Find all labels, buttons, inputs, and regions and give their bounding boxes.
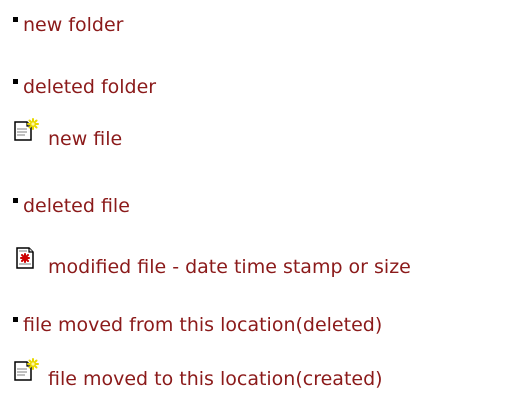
- legend-label-modified-file[interactable]: modified file - date time stamp or size: [48, 256, 411, 278]
- modified-file-icon: [13, 246, 39, 272]
- legend-item-file-moved-to: file moved to this location(created): [13, 358, 383, 390]
- legend-item-deleted-file: deleted file: [13, 195, 130, 217]
- legend-item-modified-file: modified file - date time stamp or size: [13, 247, 411, 278]
- legend-label-new-file[interactable]: new file: [48, 128, 122, 150]
- bullet-icon: [13, 79, 18, 84]
- change-legend: new folder deleted folder new file delet…: [0, 0, 514, 406]
- legend-item-new-file: new file: [13, 118, 122, 150]
- new-file-icon: [13, 118, 39, 144]
- new-file-icon: [13, 358, 39, 384]
- bullet-icon: [13, 317, 18, 322]
- bullet-icon: [13, 17, 18, 22]
- legend-label-deleted-folder[interactable]: deleted folder: [23, 76, 156, 98]
- legend-label-file-moved-to[interactable]: file moved to this location(created): [48, 368, 383, 390]
- legend-item-file-moved-from: file moved from this location(deleted): [13, 314, 382, 336]
- legend-label-file-moved-from[interactable]: file moved from this location(deleted): [23, 314, 382, 336]
- legend-label-deleted-file[interactable]: deleted file: [23, 195, 130, 217]
- bullet-icon: [13, 198, 18, 203]
- legend-label-new-folder[interactable]: new folder: [23, 14, 123, 36]
- legend-item-deleted-folder: deleted folder: [13, 76, 156, 98]
- legend-item-new-folder: new folder: [13, 14, 123, 36]
